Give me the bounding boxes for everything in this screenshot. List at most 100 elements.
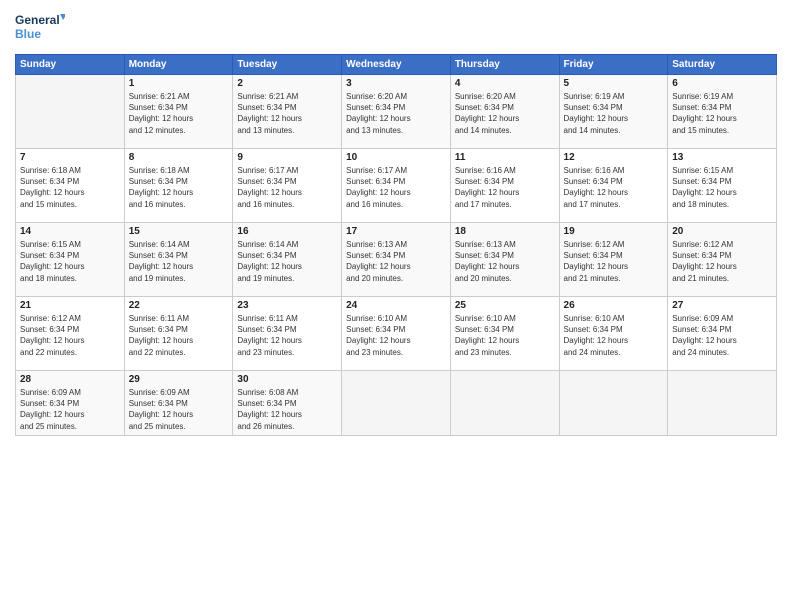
day-number: 4 [455, 78, 555, 89]
day-number: 28 [20, 374, 120, 385]
day-info: Sunrise: 6:20 AMSunset: 6:34 PMDaylight:… [346, 91, 446, 136]
calendar-cell: 8 Sunrise: 6:18 AMSunset: 6:34 PMDaylight… [124, 149, 233, 223]
calendar-cell: 20 Sunrise: 6:12 AMSunset: 6:34 PMDayligh… [668, 223, 777, 297]
day-info: Sunrise: 6:15 AMSunset: 6:34 PMDaylight:… [672, 165, 772, 210]
calendar-cell: 2 Sunrise: 6:21 AMSunset: 6:34 PMDaylight… [233, 75, 342, 149]
day-info: Sunrise: 6:10 AMSunset: 6:34 PMDaylight:… [564, 313, 664, 358]
day-number: 27 [672, 300, 772, 311]
page-header: General Blue [15, 10, 777, 46]
calendar-cell: 13 Sunrise: 6:15 AMSunset: 6:34 PMDayligh… [668, 149, 777, 223]
header-monday: Monday [124, 55, 233, 75]
calendar-cell: 28 Sunrise: 6:09 AMSunset: 6:34 PMDayligh… [16, 371, 125, 436]
day-number: 25 [455, 300, 555, 311]
calendar-cell: 7 Sunrise: 6:18 AMSunset: 6:34 PMDaylight… [16, 149, 125, 223]
calendar-cell: 1 Sunrise: 6:21 AMSunset: 6:34 PMDaylight… [124, 75, 233, 149]
day-number: 24 [346, 300, 446, 311]
day-number: 19 [564, 226, 664, 237]
day-number: 13 [672, 152, 772, 163]
day-info: Sunrise: 6:21 AMSunset: 6:34 PMDaylight:… [237, 91, 337, 136]
day-info: Sunrise: 6:18 AMSunset: 6:34 PMDaylight:… [20, 165, 120, 210]
day-info: Sunrise: 6:19 AMSunset: 6:34 PMDaylight:… [672, 91, 772, 136]
day-number: 7 [20, 152, 120, 163]
day-number: 26 [564, 300, 664, 311]
calendar-table: SundayMondayTuesdayWednesdayThursdayFrid… [15, 54, 777, 436]
day-number: 10 [346, 152, 446, 163]
calendar-cell: 15 Sunrise: 6:14 AMSunset: 6:34 PMDayligh… [124, 223, 233, 297]
day-number: 11 [455, 152, 555, 163]
calendar-cell: 24 Sunrise: 6:10 AMSunset: 6:34 PMDayligh… [342, 297, 451, 371]
day-number: 20 [672, 226, 772, 237]
day-info: Sunrise: 6:09 AMSunset: 6:34 PMDaylight:… [129, 387, 229, 432]
day-info: Sunrise: 6:16 AMSunset: 6:34 PMDaylight:… [564, 165, 664, 210]
day-info: Sunrise: 6:12 AMSunset: 6:34 PMDaylight:… [672, 239, 772, 284]
calendar-cell: 25 Sunrise: 6:10 AMSunset: 6:34 PMDayligh… [450, 297, 559, 371]
day-number: 21 [20, 300, 120, 311]
day-info: Sunrise: 6:09 AMSunset: 6:34 PMDaylight:… [672, 313, 772, 358]
day-info: Sunrise: 6:11 AMSunset: 6:34 PMDaylight:… [129, 313, 229, 358]
calendar-cell [668, 371, 777, 436]
day-info: Sunrise: 6:10 AMSunset: 6:34 PMDaylight:… [346, 313, 446, 358]
logo: General Blue [15, 10, 65, 46]
day-number: 15 [129, 226, 229, 237]
day-info: Sunrise: 6:17 AMSunset: 6:34 PMDaylight:… [237, 165, 337, 210]
day-number: 8 [129, 152, 229, 163]
calendar-cell: 21 Sunrise: 6:12 AMSunset: 6:34 PMDayligh… [16, 297, 125, 371]
calendar-cell: 9 Sunrise: 6:17 AMSunset: 6:34 PMDaylight… [233, 149, 342, 223]
calendar-cell: 19 Sunrise: 6:12 AMSunset: 6:34 PMDayligh… [559, 223, 668, 297]
header-friday: Friday [559, 55, 668, 75]
day-info: Sunrise: 6:21 AMSunset: 6:34 PMDaylight:… [129, 91, 229, 136]
calendar-cell: 12 Sunrise: 6:16 AMSunset: 6:34 PMDayligh… [559, 149, 668, 223]
calendar-cell [342, 371, 451, 436]
calendar-cell: 4 Sunrise: 6:20 AMSunset: 6:34 PMDaylight… [450, 75, 559, 149]
calendar-cell [450, 371, 559, 436]
day-info: Sunrise: 6:12 AMSunset: 6:34 PMDaylight:… [564, 239, 664, 284]
header-sunday: Sunday [16, 55, 125, 75]
calendar-cell: 23 Sunrise: 6:11 AMSunset: 6:34 PMDayligh… [233, 297, 342, 371]
logo-svg: General Blue [15, 10, 65, 46]
calendar-cell: 27 Sunrise: 6:09 AMSunset: 6:34 PMDayligh… [668, 297, 777, 371]
day-info: Sunrise: 6:14 AMSunset: 6:34 PMDaylight:… [237, 239, 337, 284]
header-wednesday: Wednesday [342, 55, 451, 75]
calendar-cell: 30 Sunrise: 6:08 AMSunset: 6:34 PMDayligh… [233, 371, 342, 436]
day-info: Sunrise: 6:15 AMSunset: 6:34 PMDaylight:… [20, 239, 120, 284]
day-info: Sunrise: 6:14 AMSunset: 6:34 PMDaylight:… [129, 239, 229, 284]
day-info: Sunrise: 6:16 AMSunset: 6:34 PMDaylight:… [455, 165, 555, 210]
calendar-cell: 29 Sunrise: 6:09 AMSunset: 6:34 PMDayligh… [124, 371, 233, 436]
header-thursday: Thursday [450, 55, 559, 75]
svg-text:General: General [15, 13, 60, 27]
day-number: 23 [237, 300, 337, 311]
svg-text:Blue: Blue [15, 27, 41, 41]
calendar-cell: 11 Sunrise: 6:16 AMSunset: 6:34 PMDayligh… [450, 149, 559, 223]
day-info: Sunrise: 6:17 AMSunset: 6:34 PMDaylight:… [346, 165, 446, 210]
day-number: 1 [129, 78, 229, 89]
day-number: 9 [237, 152, 337, 163]
calendar-cell: 5Sunrise: 6:19 AMSunset: 6:34 PMDaylight… [559, 75, 668, 149]
day-info: Sunrise: 6:12 AMSunset: 6:34 PMDaylight:… [20, 313, 120, 358]
day-info: Sunrise: 6:10 AMSunset: 6:34 PMDaylight:… [455, 313, 555, 358]
day-info: Sunrise: 6:20 AMSunset: 6:34 PMDaylight:… [455, 91, 555, 136]
day-number: 29 [129, 374, 229, 385]
day-info: Sunrise: 6:09 AMSunset: 6:34 PMDaylight:… [20, 387, 120, 432]
calendar-cell: 10 Sunrise: 6:17 AMSunset: 6:34 PMDayligh… [342, 149, 451, 223]
day-info: Sunrise: 6:13 AMSunset: 6:34 PMDaylight:… [455, 239, 555, 284]
calendar-cell: 16 Sunrise: 6:14 AMSunset: 6:34 PMDayligh… [233, 223, 342, 297]
calendar-cell: 17Sunrise: 6:13 AMSunset: 6:34 PMDayligh… [342, 223, 451, 297]
day-info: Sunrise: 6:08 AMSunset: 6:34 PMDaylight:… [237, 387, 337, 432]
calendar-cell: 3 Sunrise: 6:20 AMSunset: 6:34 PMDaylight… [342, 75, 451, 149]
calendar-cell: 26 Sunrise: 6:10 AMSunset: 6:34 PMDayligh… [559, 297, 668, 371]
calendar-cell: 18Sunrise: 6:13 AMSunset: 6:34 PMDayligh… [450, 223, 559, 297]
day-number: 2 [237, 78, 337, 89]
day-info: Sunrise: 6:18 AMSunset: 6:34 PMDaylight:… [129, 165, 229, 210]
day-number: 12 [564, 152, 664, 163]
header-saturday: Saturday [668, 55, 777, 75]
calendar-cell: 14 Sunrise: 6:15 AMSunset: 6:34 PMDayligh… [16, 223, 125, 297]
calendar-cell: 6 Sunrise: 6:19 AMSunset: 6:34 PMDaylight… [668, 75, 777, 149]
day-number: 16 [237, 226, 337, 237]
day-number: 6 [672, 78, 772, 89]
day-number: 30 [237, 374, 337, 385]
day-number: 17 [346, 226, 446, 237]
day-number: 3 [346, 78, 446, 89]
calendar-cell [16, 75, 125, 149]
day-number: 14 [20, 226, 120, 237]
day-info: Sunrise: 6:11 AMSunset: 6:34 PMDaylight:… [237, 313, 337, 358]
